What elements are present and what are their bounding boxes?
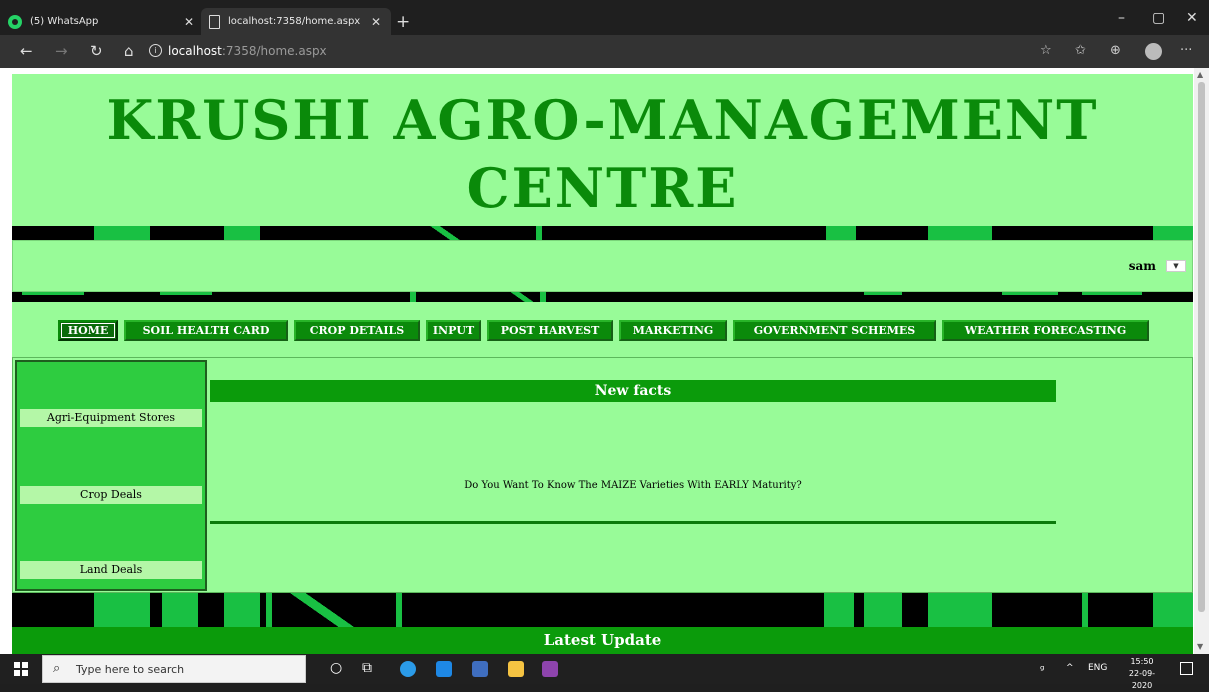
latest-update-heading: Latest Update [12,627,1193,654]
url-path: :7358/home.aspx [221,44,327,58]
tab-home-aspx[interactable]: localhost:7358/home.aspx ✕ [201,8,391,35]
page-viewport: KRUSHI AGRO-MANAGEMENT CENTRE sam ▼ HOME… [0,68,1209,654]
collections-icon[interactable]: ⊕ [1110,43,1121,58]
visio-icon[interactable] [472,661,488,677]
favorites-icon[interactable]: ✩ [1075,43,1086,58]
tab-label: (5) WhatsApp [30,16,99,27]
user-menu-dropdown[interactable]: ▼ [1166,260,1186,272]
decorative-band-bottom [12,593,1193,627]
close-tab-icon[interactable]: ✕ [184,15,194,29]
decorative-band-middle [12,292,1193,302]
sidebar-item-crop-deals[interactable]: Crop Deals [20,486,202,504]
search-placeholder: Type here to search [76,663,185,676]
address-bar: ← → ↻ ⌂ i localhost:7358/home.aspx ☆ ✩ ⊕… [0,35,1209,68]
profile-avatar[interactable] [1145,43,1162,60]
notifications-icon[interactable] [1180,662,1193,675]
task-view-icon[interactable]: ⧉ [362,660,372,676]
windows-taskbar: ⌕ Type here to search ○ ⧉ ᵍ ^ ENG 15:50 … [0,654,1209,690]
sidebar: Agri-Equipment Stores Crop Deals Land De… [15,360,207,591]
maximize-button[interactable]: ▢ [1152,10,1165,26]
clock[interactable]: 15:50 22-09-2020 [1122,656,1162,692]
edge-icon[interactable] [400,661,416,677]
clock-time: 15:50 [1130,657,1154,666]
url-host: localhost [168,44,222,58]
page-body: KRUSHI AGRO-MANAGEMENT CENTRE sam ▼ HOME… [12,74,1193,654]
search-icon: ⌕ [53,661,61,676]
windows-start-icon[interactable] [14,662,28,676]
mail-icon[interactable] [436,661,452,677]
facts-divider [210,521,1056,524]
vertical-scrollbar[interactable]: ▲ ▼ [1194,68,1209,654]
tray-expand-icon[interactable]: ^ [1066,663,1074,673]
info-icon[interactable]: i [149,44,162,57]
site-title-line1: KRUSHI AGRO-MANAGEMENT [106,88,1099,152]
menu-item-input[interactable]: INPUT [426,320,481,341]
menu-item-weather-forecasting[interactable]: WEATHER FORECASTING [942,320,1149,341]
more-icon[interactable]: ··· [1180,43,1192,58]
tab-label: localhost:7358/home.aspx [228,16,361,27]
main-menu: HOME SOIL HEALTH CARD CROP DETAILS INPUT… [58,320,1155,341]
site-title: KRUSHI AGRO-MANAGEMENT CENTRE [12,86,1193,222]
menu-item-government-schemes[interactable]: GOVERNMENT SCHEMES [733,320,936,341]
people-icon[interactable]: ᵍ [1040,663,1044,676]
sidebar-item-land-deals[interactable]: Land Deals [20,561,202,579]
menu-item-post-harvest[interactable]: POST HARVEST [487,320,613,341]
close-tab-icon[interactable]: ✕ [371,15,381,29]
user-name: sam [1128,259,1156,273]
minimize-button[interactable]: – [1118,10,1125,26]
new-facts-text[interactable]: Do You Want To Know The MAIZE Varieties … [210,480,1056,491]
language-indicator[interactable]: ENG [1088,663,1107,673]
scroll-down-icon[interactable]: ▼ [1197,642,1203,651]
page-icon [209,14,220,29]
scroll-thumb[interactable] [1198,82,1205,612]
whatsapp-icon [8,14,22,29]
new-tab-button[interactable]: + [396,12,410,32]
back-button[interactable]: ← [20,42,33,60]
menu-item-crop-details[interactable]: CROP DETAILS [294,320,420,341]
refresh-button[interactable]: ↻ [90,42,103,60]
scroll-up-icon[interactable]: ▲ [1197,70,1203,79]
content-area: Agri-Equipment Stores Crop Deals Land De… [12,357,1193,593]
menu-item-marketing[interactable]: MARKETING [619,320,727,341]
site-title-line2: CENTRE [466,156,739,220]
user-bar: sam ▼ [12,240,1193,292]
decorative-band-top [12,226,1193,240]
home-button[interactable]: ⌂ [124,42,134,60]
browser-tab-strip: (5) WhatsApp ✕ localhost:7358/home.aspx … [0,0,1209,35]
forward-button[interactable]: → [55,42,68,60]
tab-whatsapp[interactable]: (5) WhatsApp ✕ [8,8,204,35]
file-explorer-icon[interactable] [508,661,524,677]
close-window-button[interactable]: ✕ [1186,10,1198,26]
menu-item-home[interactable]: HOME [58,320,118,341]
sidebar-item-agri-equipment-stores[interactable]: Agri-Equipment Stores [20,409,202,427]
favorite-star-icon[interactable]: ☆ [1040,43,1052,58]
cortana-icon[interactable]: ○ [330,660,342,676]
visual-studio-icon[interactable] [542,661,558,677]
url-field[interactable]: localhost:7358/home.aspx [168,44,327,58]
taskbar-search[interactable]: ⌕ Type here to search [42,655,306,683]
clock-date: 22-09-2020 [1128,669,1156,690]
new-facts-heading: New facts [210,380,1056,402]
menu-item-soil-health-card[interactable]: SOIL HEALTH CARD [124,320,288,341]
